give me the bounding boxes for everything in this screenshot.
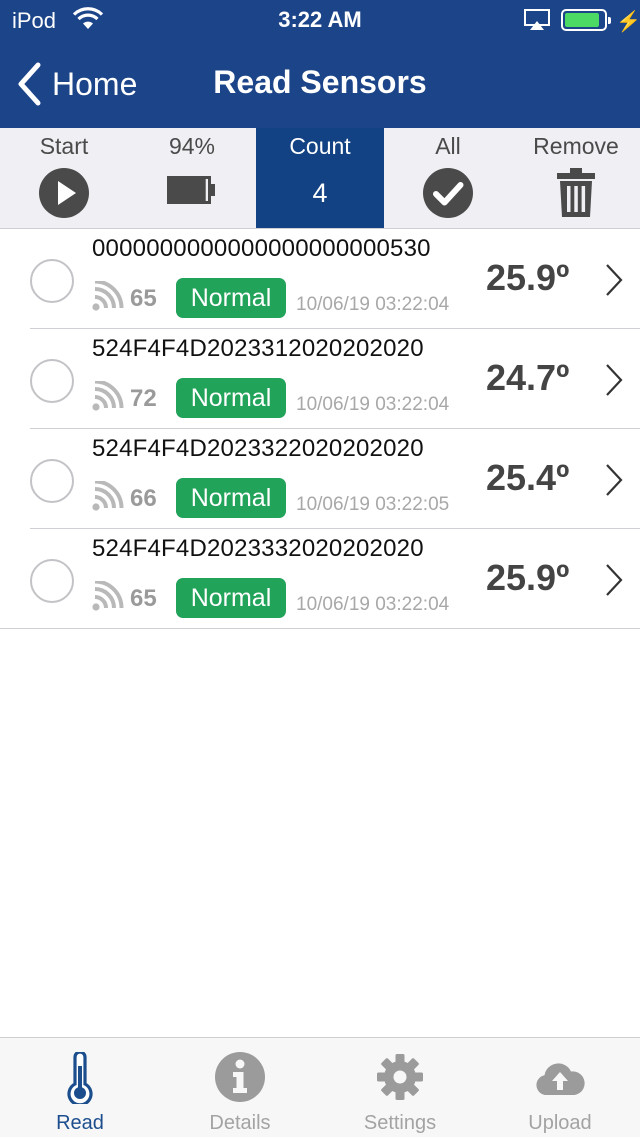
trash-icon <box>557 168 595 217</box>
thermometer-icon <box>67 1052 93 1104</box>
temperature-value: 25.9º <box>486 257 570 298</box>
status-badge: Normal <box>176 478 286 518</box>
select-all-button[interactable]: All <box>384 128 512 228</box>
count-value: 4 <box>312 178 328 208</box>
status-badge: Normal <box>176 378 286 418</box>
status-badge: Normal <box>176 278 286 318</box>
temperature-value: 25.9º <box>486 557 570 598</box>
gear-icon <box>377 1054 423 1100</box>
chevron-right-icon <box>606 264 623 296</box>
navigation-bar: iPod 3:22 AM ⚡ Home Read Sensors <box>0 0 640 128</box>
battery-level-label: 94% <box>168 133 216 159</box>
timestamp: 10/06/19 03:22:04 <box>296 594 450 615</box>
rssi-value: 65 <box>130 285 157 312</box>
status-badge: Normal <box>176 578 286 618</box>
cloud-upload-icon <box>536 1063 585 1095</box>
sensor-row[interactable]: 0000000000000000000000530 65 Normal 10/0… <box>0 229 640 329</box>
sensor-id: 0000000000000000000000530 <box>92 235 431 262</box>
battery-icon <box>561 9 611 31</box>
tab-settings-label: Settings <box>363 1112 437 1134</box>
start-label: Start <box>39 133 89 159</box>
signal-strength-icon <box>92 381 124 411</box>
chevron-left-icon <box>18 62 41 106</box>
tab-details[interactable]: Details <box>160 1038 320 1137</box>
page-title: Read Sensors <box>213 64 427 100</box>
sensor-id: 524F4F4D2023322020202020 <box>92 435 424 462</box>
action-toolbar: Start 94% Count 4 All Remove <box>0 128 640 229</box>
select-all-label: All <box>435 133 461 159</box>
timestamp: 10/06/19 03:22:04 <box>296 294 450 315</box>
temperature-value: 24.7º <box>486 357 570 398</box>
sensor-row[interactable]: 524F4F4D2023312020202020 72 Normal 10/06… <box>0 329 640 429</box>
count-button[interactable]: Count 4 <box>256 128 384 228</box>
sensor-row[interactable]: 524F4F4D2023332020202020 65 Normal 10/06… <box>0 529 640 629</box>
battery-level-button[interactable]: 94% <box>128 128 256 228</box>
select-radio[interactable] <box>30 459 74 503</box>
signal-strength-icon <box>92 481 124 511</box>
chevron-right-icon <box>606 364 623 396</box>
tab-read[interactable]: Read <box>0 1038 160 1137</box>
status-bar: iPod 3:22 AM ⚡ <box>0 0 640 40</box>
tab-bar: Read Details Settings Upload <box>0 1037 640 1137</box>
charging-bolt-icon: ⚡ <box>616 11 640 33</box>
tab-settings[interactable]: Settings <box>320 1038 480 1137</box>
battery-icon <box>167 176 215 204</box>
sensor-id: 524F4F4D2023312020202020 <box>92 335 424 362</box>
tab-read-label: Read <box>56 1112 104 1134</box>
rssi-value: 72 <box>130 385 157 412</box>
airplay-icon <box>524 9 550 30</box>
sensor-id: 524F4F4D2023332020202020 <box>92 535 424 562</box>
select-radio[interactable] <box>30 559 74 603</box>
sensor-row[interactable]: 524F4F4D2023322020202020 66 Normal 10/06… <box>0 429 640 529</box>
tab-upload-label: Upload <box>528 1112 592 1134</box>
count-label: Count <box>289 133 351 159</box>
back-button-label: Home <box>52 65 138 102</box>
checkmark-icon <box>423 168 473 218</box>
info-icon <box>215 1052 265 1102</box>
tab-upload[interactable]: Upload <box>480 1038 640 1137</box>
select-radio[interactable] <box>30 359 74 403</box>
chevron-right-icon <box>606 464 623 496</box>
timestamp: 10/06/19 03:22:04 <box>296 394 450 415</box>
chevron-right-icon <box>606 564 623 596</box>
tab-details-label: Details <box>209 1112 271 1134</box>
remove-label: Remove <box>533 133 619 159</box>
rssi-value: 66 <box>130 485 157 512</box>
temperature-value: 25.4º <box>486 457 570 498</box>
remove-button[interactable]: Remove <box>512 128 640 228</box>
signal-strength-icon <box>92 581 124 611</box>
play-icon <box>39 168 89 218</box>
rssi-value: 65 <box>130 585 157 612</box>
signal-strength-icon <box>92 281 124 311</box>
select-radio[interactable] <box>30 259 74 303</box>
back-button[interactable]: Home <box>14 60 137 108</box>
timestamp: 10/06/19 03:22:05 <box>296 494 450 515</box>
start-button[interactable]: Start <box>0 128 128 228</box>
